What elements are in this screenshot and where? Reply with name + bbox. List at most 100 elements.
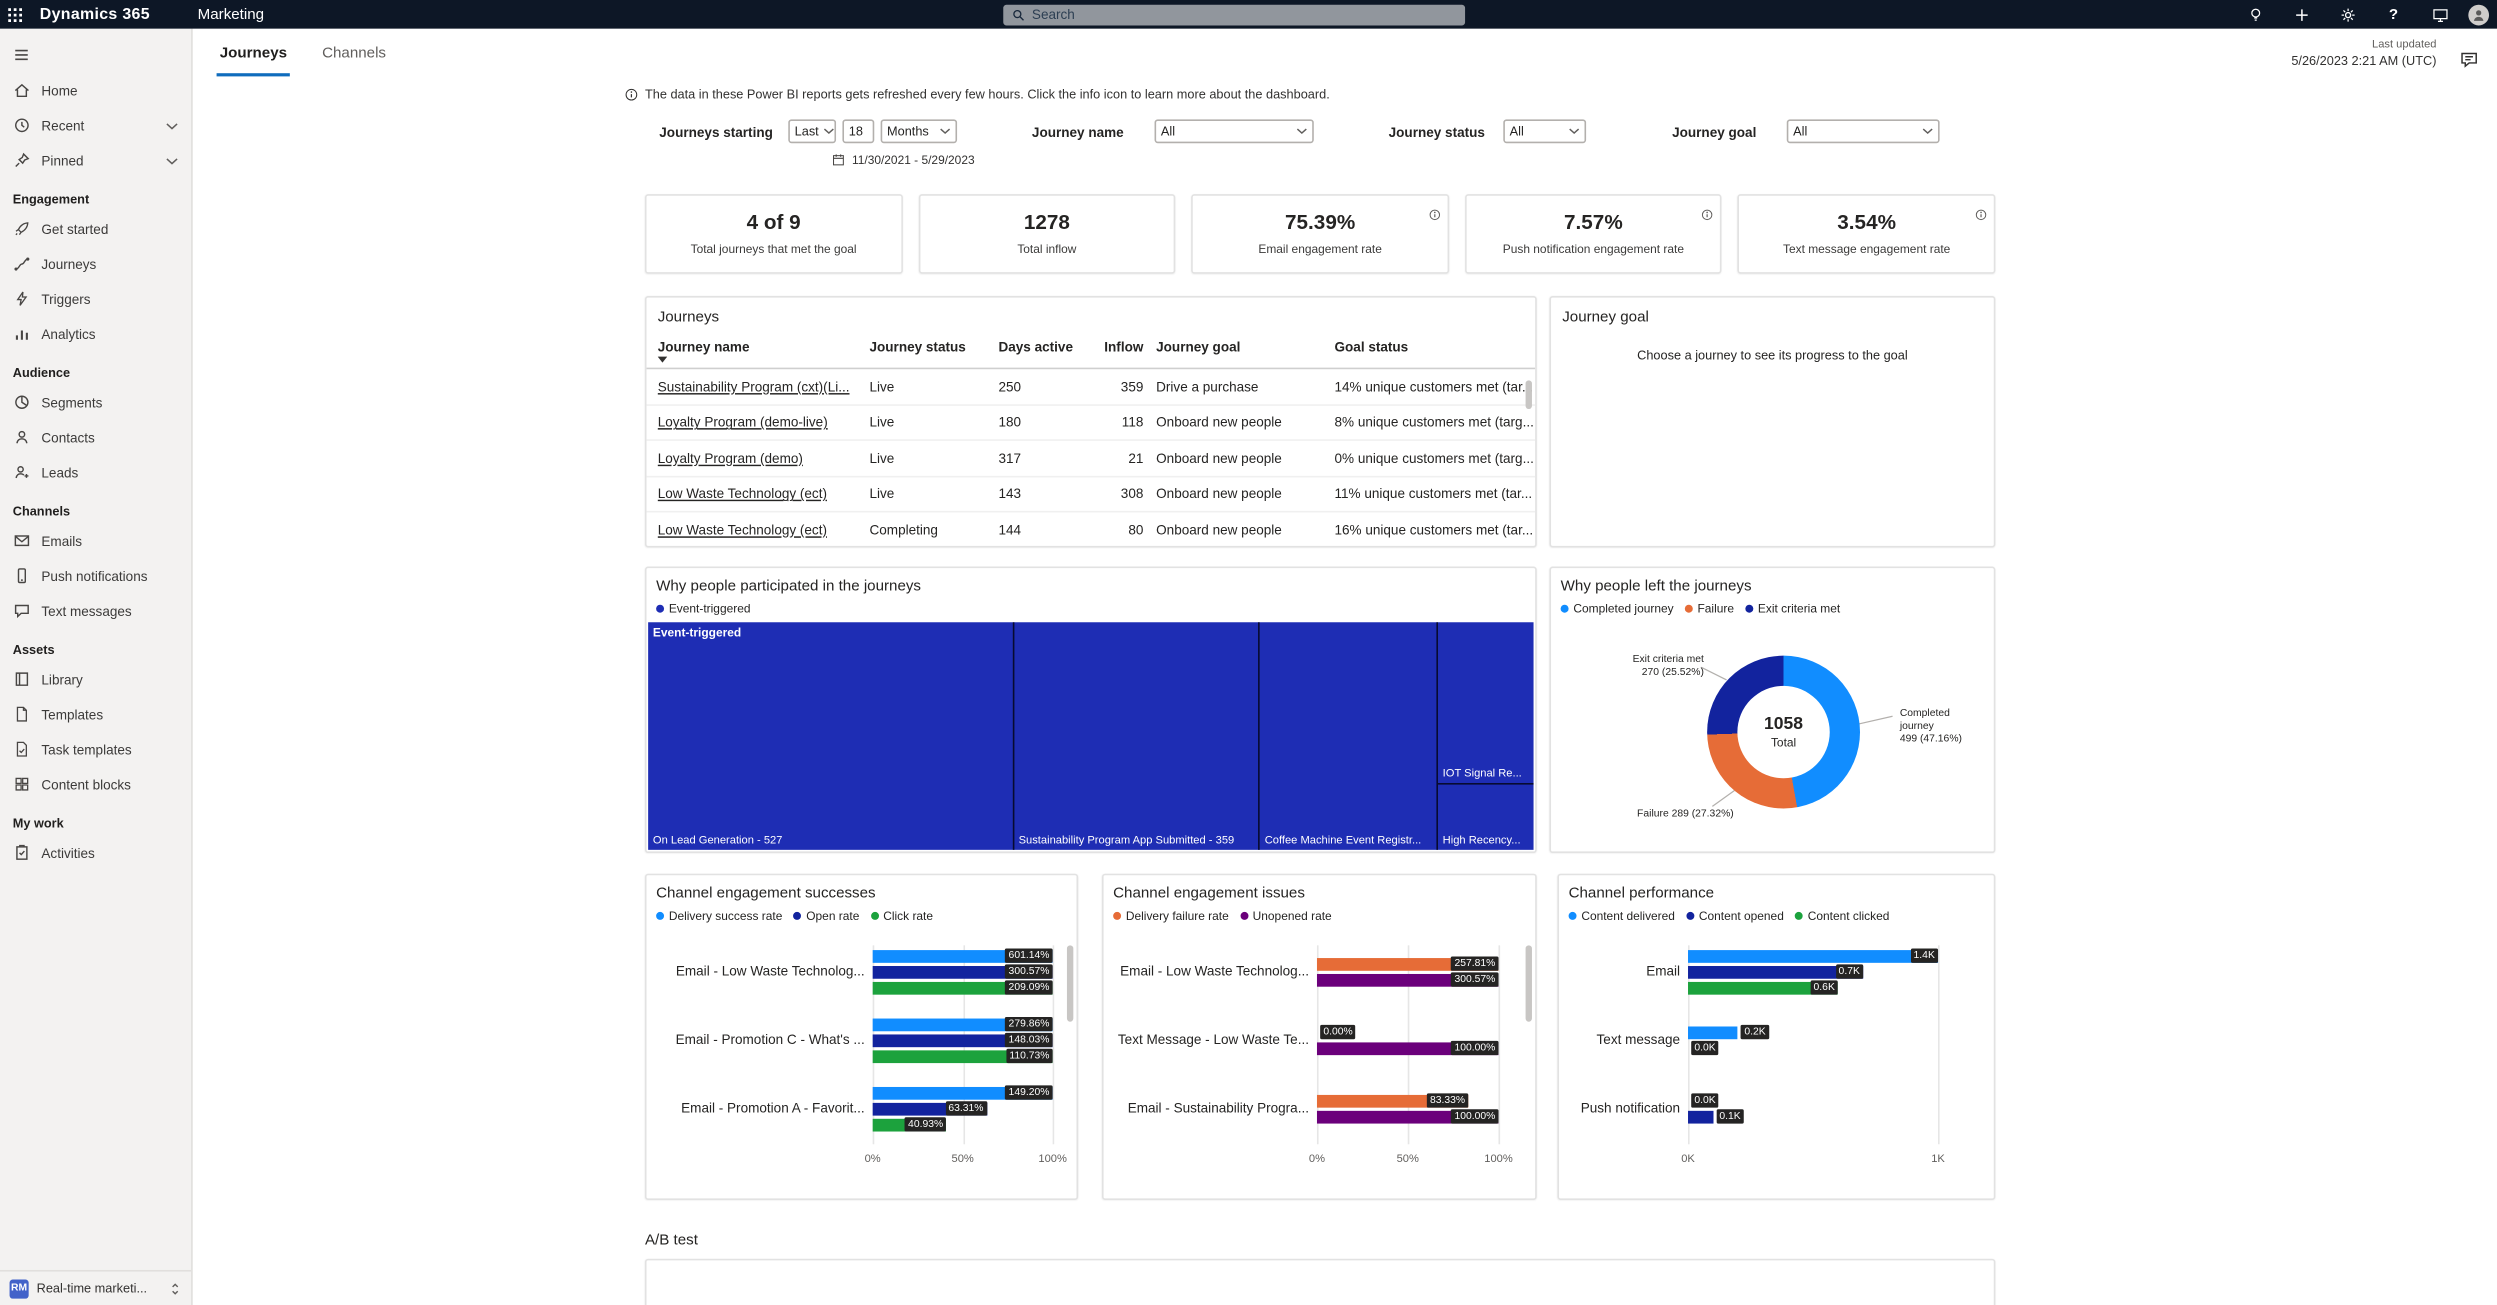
bar[interactable] xyxy=(1688,1111,1713,1124)
chevron-down-icon[interactable] xyxy=(166,122,179,130)
treemap-cell[interactable]: On Lead Generation - 527 xyxy=(648,622,1014,850)
chevron-down-icon[interactable] xyxy=(166,157,179,165)
lightbulb-icon[interactable] xyxy=(2245,5,2264,24)
journey-link[interactable]: Loyalty Program (demo-live) xyxy=(658,414,862,430)
sidebar-item-label: Activities xyxy=(41,845,94,861)
tab-journeys[interactable]: Journeys xyxy=(217,45,291,77)
journeys-table: Journey name Journey status Days active … xyxy=(647,334,1536,547)
sidebar-item-task-templates[interactable]: Task templates xyxy=(0,732,191,767)
info-icon[interactable] xyxy=(624,88,638,102)
journey-link[interactable]: Sustainability Program (cxt)(Li... xyxy=(658,378,862,394)
column-header-goal-status[interactable]: Goal status xyxy=(1334,334,1535,355)
sidebar-item-home[interactable]: Home xyxy=(0,73,191,108)
journey-link[interactable]: Low Waste Technology (ect) xyxy=(658,486,862,502)
sidebar-item-content-blocks[interactable]: Content blocks xyxy=(0,767,191,802)
sidebar-item-contacts[interactable]: Contacts xyxy=(0,420,191,455)
global-search[interactable] xyxy=(1003,4,1465,25)
card-title: Journey goal xyxy=(1551,298,1994,327)
legend-item[interactable]: Event-triggered xyxy=(656,602,750,616)
sidebar-item-get-started[interactable]: Get started xyxy=(0,212,191,247)
kpi-label: Total inflow xyxy=(920,242,1174,256)
sidebar-item-label: Leads xyxy=(41,465,78,481)
sidebar-item-recent[interactable]: Recent xyxy=(0,108,191,143)
cell-goal-status: 16% unique customers met (tar... xyxy=(1334,522,1535,538)
calendar-icon xyxy=(831,153,845,167)
donut-area: 1058 Total Exit criteria met 270 (25.52%… xyxy=(1561,619,1985,850)
legend-item[interactable]: Exit criteria met xyxy=(1745,602,1840,616)
gear-icon[interactable] xyxy=(2338,5,2357,24)
treemap-cell[interactable]: High Recency... xyxy=(1438,785,1534,850)
plus-icon[interactable] xyxy=(2292,5,2311,24)
legend-item[interactable]: Content delivered xyxy=(1569,909,1675,923)
table-scrollbar[interactable] xyxy=(1526,380,1532,409)
sidebar-item-templates[interactable]: Templates xyxy=(0,697,191,732)
user-avatar[interactable] xyxy=(2468,4,2489,25)
tab-channels[interactable]: Channels xyxy=(319,45,389,77)
column-header-inflow[interactable]: Inflow xyxy=(1086,334,1156,355)
unit-dropdown[interactable]: Months xyxy=(881,119,957,143)
legend-item[interactable]: Delivery failure rate xyxy=(1113,909,1229,923)
journey-status-dropdown[interactable]: All xyxy=(1503,119,1586,143)
column-header-days-active[interactable]: Days active xyxy=(998,334,1086,355)
info-icon[interactable] xyxy=(1701,201,1714,214)
sidebar-item-label: Library xyxy=(41,672,82,688)
journey-name-dropdown[interactable]: All xyxy=(1155,119,1314,143)
search-input[interactable] xyxy=(1032,6,1457,22)
app-launcher-waffle-icon[interactable] xyxy=(0,0,29,29)
bar[interactable] xyxy=(1688,1026,1738,1039)
chart-scrollbar[interactable] xyxy=(1526,945,1532,1021)
area-switch-icon[interactable] xyxy=(169,1280,182,1296)
sidebar-item-emails[interactable]: Emails xyxy=(0,524,191,559)
bar-value-label: 0.6K xyxy=(1810,980,1838,994)
cell-inflow: 308 xyxy=(1086,486,1156,502)
treemap-cell[interactable]: Coffee Machine Event Registr... xyxy=(1260,622,1438,850)
legend-item[interactable]: Delivery success rate xyxy=(656,909,782,923)
info-icon[interactable] xyxy=(1975,201,1988,214)
category-label: Email - Low Waste Technolog... xyxy=(1113,965,1317,980)
sidebar-item-label: Templates xyxy=(41,707,103,723)
app-title[interactable]: Dynamics 365 xyxy=(40,6,150,24)
column-header-journey-name[interactable]: Journey name xyxy=(658,334,870,363)
sidebar-item-text-messages[interactable]: Text messages xyxy=(0,594,191,629)
sidebar-item-analytics[interactable]: Analytics xyxy=(0,317,191,352)
chart-scrollbar[interactable] xyxy=(1067,945,1073,1021)
hamburger-menu-icon[interactable] xyxy=(0,35,191,73)
treemap-cell[interactable]: Sustainability Program App Submitted - 3… xyxy=(1014,622,1260,850)
journey-goal-dropdown[interactable]: All xyxy=(1787,119,1940,143)
column-header-journey-goal[interactable]: Journey goal xyxy=(1156,334,1334,355)
legend-item[interactable]: Completed journey xyxy=(1561,602,1674,616)
legend-item[interactable]: Unopened rate xyxy=(1240,909,1332,923)
sidebar-item-activities[interactable]: Activities xyxy=(0,836,191,871)
legend-item[interactable]: Click rate xyxy=(871,909,934,923)
sidebar-item-leads[interactable]: Leads xyxy=(0,455,191,490)
legend-item[interactable]: Failure xyxy=(1685,602,1734,616)
legend-swatch xyxy=(871,912,879,920)
sidebar-item-push-notifications[interactable]: Push notifications xyxy=(0,559,191,594)
screen-share-icon[interactable] xyxy=(2430,5,2449,24)
help-icon[interactable]: ? xyxy=(2384,5,2403,24)
treemap-cell[interactable]: IOT Signal Re... xyxy=(1438,622,1534,785)
info-icon[interactable] xyxy=(1428,201,1441,214)
sort-descending-icon[interactable] xyxy=(658,356,668,362)
sidebar-item-triggers[interactable]: Triggers xyxy=(0,282,191,317)
legend-item[interactable]: Content clicked xyxy=(1795,909,1889,923)
bar[interactable] xyxy=(1688,950,1938,963)
category-label: Text message xyxy=(1569,1033,1688,1048)
sidebar-item-segments[interactable]: Segments xyxy=(0,385,191,420)
journey-link[interactable]: Low Waste Technology (ect) xyxy=(658,522,862,538)
area-switcher[interactable]: RM Real-time marketi... xyxy=(0,1270,191,1305)
sidebar-item-pinned[interactable]: Pinned xyxy=(0,143,191,178)
journey-link[interactable]: Loyalty Program (demo) xyxy=(658,450,862,466)
months-count-input[interactable] xyxy=(842,119,874,143)
sidebar-item-library[interactable]: Library xyxy=(0,662,191,697)
legend-item[interactable]: Content opened xyxy=(1686,909,1784,923)
feedback-icon[interactable] xyxy=(2459,49,2481,71)
journey-name-label: Journey name xyxy=(1032,124,1124,140)
window-dropdown[interactable]: Last xyxy=(788,119,836,143)
person-add-icon xyxy=(13,463,32,482)
sidebar-item-journeys[interactable]: Journeys xyxy=(0,247,191,282)
legend-label: Open rate xyxy=(806,909,859,923)
column-header-journey-status[interactable]: Journey status xyxy=(869,334,998,355)
bar-value-label: 0.0K xyxy=(1691,1093,1719,1107)
legend-item[interactable]: Open rate xyxy=(793,909,859,923)
